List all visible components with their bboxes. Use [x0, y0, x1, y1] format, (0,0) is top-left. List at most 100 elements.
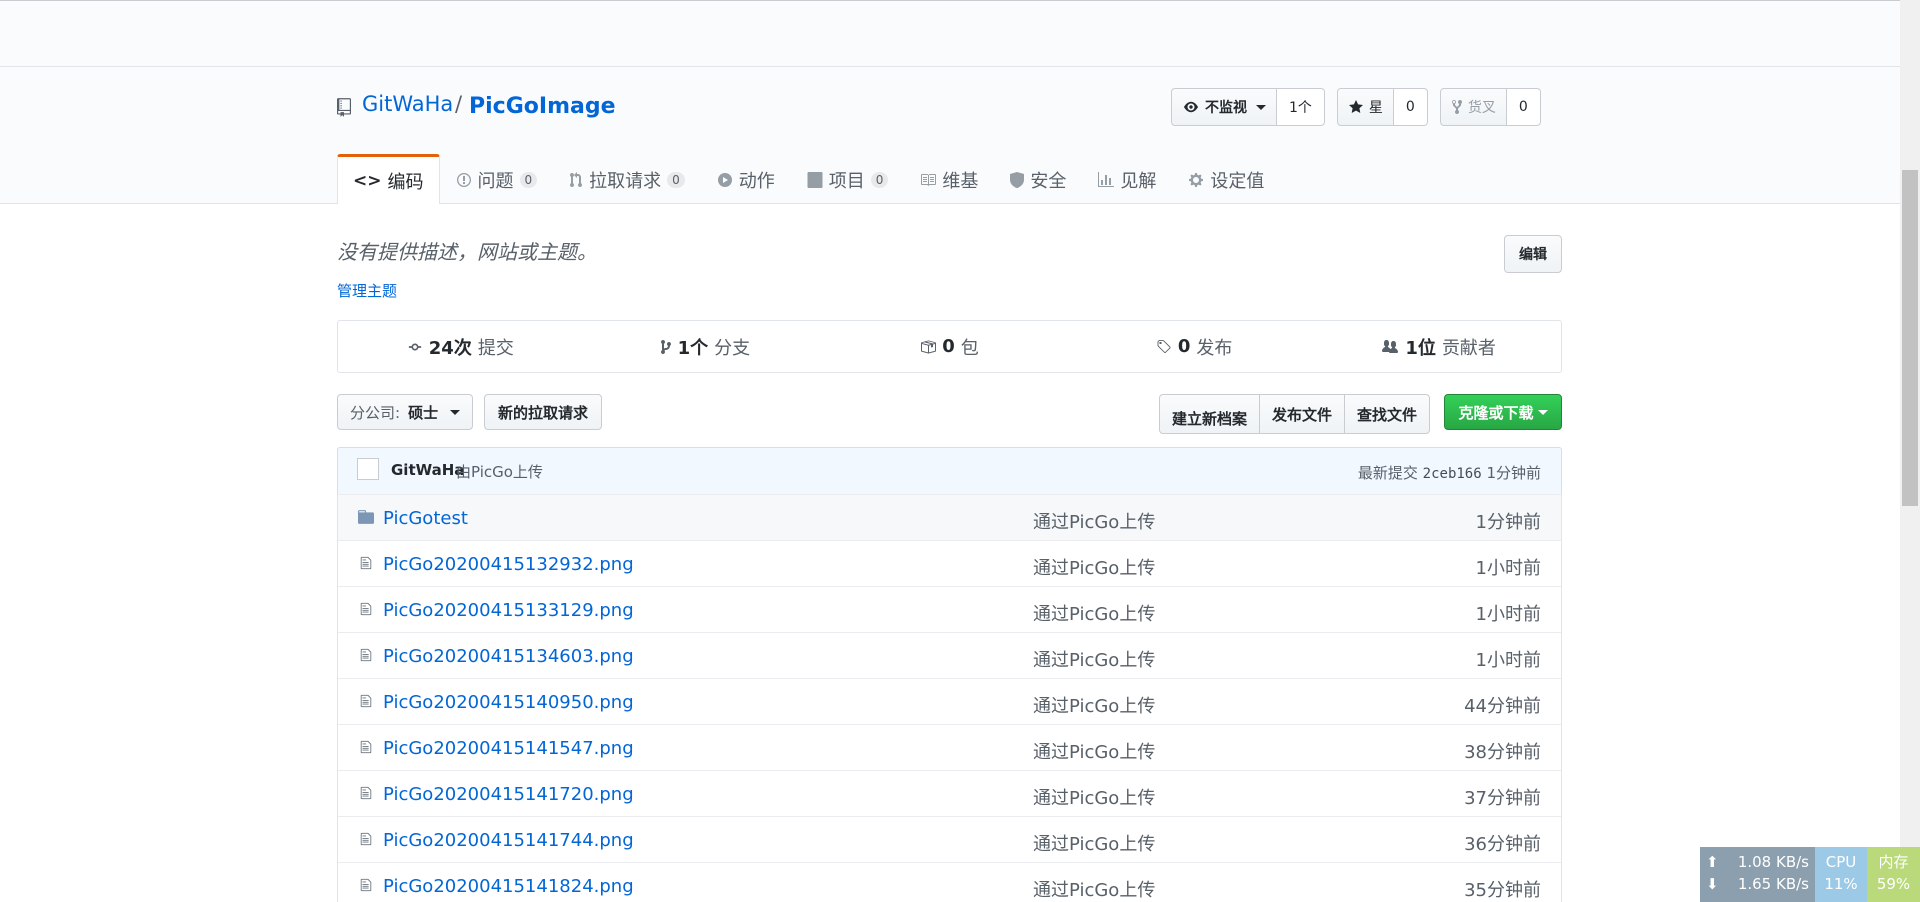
releases-label: 发布	[1196, 337, 1233, 359]
file-name-link[interactable]: PicGo20200415141824.png	[383, 876, 634, 897]
packages-summary[interactable]: 0 包	[827, 321, 1072, 372]
file-name-link[interactable]: PicGo20200415141547.png	[383, 738, 634, 759]
tab-label: 项目	[828, 170, 865, 192]
commit-message[interactable]: 由PicGo上传	[456, 461, 543, 482]
download-row: ⬇ 1.65 KB/s	[1706, 873, 1809, 895]
packages-label: 包	[960, 337, 979, 359]
star-count[interactable]: 0	[1393, 88, 1428, 126]
eye-icon	[1184, 101, 1198, 113]
cpu-value: 11%	[1824, 875, 1858, 893]
tab-label: 见解	[1120, 170, 1157, 192]
network-monitor-widget: ⬆ 1.08 KB/s ⬇ 1.65 KB/s CPU 11% 内存 59%	[1700, 847, 1920, 902]
tab-insights[interactable]: 见解	[1082, 154, 1172, 204]
tab-code[interactable]: <> 编码	[337, 154, 440, 204]
list-item[interactable]: PicGo20200415141744.png 通过PicGo上传 36分钟前	[338, 816, 1561, 862]
file-icon	[360, 786, 372, 800]
file-commit-message[interactable]: 通过PicGo上传	[1033, 554, 1155, 580]
tab-label: 问题	[477, 170, 514, 192]
mem-label: 内存	[1878, 853, 1909, 871]
file-name-link[interactable]: PicGo20200415132932.png	[383, 554, 634, 575]
watch-count[interactable]: 1个	[1277, 88, 1325, 126]
tab-pull-requests[interactable]: 拉取请求 0	[553, 154, 701, 204]
tab-issues[interactable]: 问题 0	[440, 154, 554, 204]
tab-projects[interactable]: 项目 0	[791, 154, 905, 204]
watch-label: 不监视	[1205, 100, 1247, 116]
file-name-link[interactable]: PicGo20200415133129.png	[383, 600, 634, 621]
contributors-summary[interactable]: 1位 贡献者	[1316, 321, 1561, 372]
watch-button[interactable]: 不监视	[1171, 88, 1277, 126]
file-commit-message[interactable]: 通过PicGo上传	[1033, 738, 1155, 764]
latest-commit-label: 最新提交	[1357, 464, 1418, 482]
upload-files-button[interactable]: 发布文件	[1259, 394, 1346, 434]
file-name-link[interactable]: PicGo20200415141744.png	[383, 830, 634, 851]
repo-nav: <> 编码 问题 0 拉取请求 0 动作 项目 0 维基 安全 见解 设定值	[337, 154, 1280, 204]
new-pull-request-button[interactable]: 新的拉取请求	[484, 394, 603, 430]
tab-label: 拉取请求	[589, 170, 662, 192]
edit-button[interactable]: 编辑	[1504, 235, 1562, 273]
file-age: 38分钟前	[1464, 742, 1541, 763]
file-age: 37分钟前	[1464, 788, 1541, 809]
projects-counter: 0	[870, 171, 889, 188]
file-name-link[interactable]: PicGotest	[383, 508, 468, 529]
file-commit-message[interactable]: 通过PicGo上传	[1033, 600, 1155, 626]
clone-download-button[interactable]: 克隆或下载	[1444, 394, 1562, 430]
tab-wiki[interactable]: 维基	[904, 154, 994, 204]
list-item[interactable]: PicGo20200415134603.png 通过PicGo上传 1小时前	[338, 632, 1561, 678]
file-icon	[360, 556, 372, 570]
releases-summary[interactable]: 0 发布	[1072, 321, 1317, 372]
file-commit-message[interactable]: 通过PicGo上传	[1033, 876, 1155, 902]
commit-author-link[interactable]: GitWaHa	[391, 461, 464, 479]
commit-icon	[408, 343, 421, 350]
fork-count[interactable]: 0	[1506, 88, 1541, 126]
list-item[interactable]: PicGo20200415141720.png 通过PicGo上传 37分钟前	[338, 770, 1561, 816]
tab-settings[interactable]: 设定值	[1172, 154, 1280, 204]
list-item[interactable]: PicGo20200415141547.png 通过PicGo上传 38分钟前	[338, 724, 1561, 770]
branch-label: 分公司:	[350, 403, 401, 422]
list-item[interactable]: PicGo20200415140950.png 通过PicGo上传 44分钟前	[338, 678, 1561, 724]
create-file-button[interactable]: 建立新档案	[1159, 394, 1261, 434]
chevron-down-icon	[1537, 409, 1548, 415]
star-button[interactable]: 星	[1336, 88, 1394, 126]
file-commit-message[interactable]: 通过PicGo上传	[1033, 646, 1155, 672]
chevron-down-icon	[1256, 104, 1266, 110]
file-commit-message[interactable]: 通过PicGo上传	[1033, 508, 1155, 534]
file-age: 36分钟前	[1464, 834, 1541, 855]
tag-icon	[1157, 339, 1171, 353]
arrow-up-icon: ⬆	[1706, 853, 1719, 871]
avatar[interactable]	[357, 458, 379, 480]
branch-value: 硕士	[408, 403, 439, 422]
project-icon	[807, 171, 823, 188]
repo-icon	[337, 98, 351, 117]
list-item[interactable]: PicGo20200415132932.png 通过PicGo上传 1小时前	[338, 540, 1561, 586]
repo-owner-link[interactable]: GitWaHa	[362, 92, 453, 116]
file-commit-message[interactable]: 通过PicGo上传	[1033, 830, 1155, 856]
commit-sha-link[interactable]: 2ceb166	[1423, 466, 1482, 482]
play-icon	[717, 172, 732, 187]
packages-count: 0	[942, 336, 955, 357]
path-divider: /	[455, 92, 463, 116]
mem-value: 59%	[1876, 875, 1911, 893]
find-file-button[interactable]: 查找文件	[1344, 394, 1431, 434]
file-list: PicGotest 通过PicGo上传 1分钟前 PicGo2020041513…	[337, 494, 1562, 902]
page-scrollbar-thumb[interactable]	[1902, 170, 1918, 506]
list-item[interactable]: PicGo20200415141824.png 通过PicGo上传 35分钟前	[338, 862, 1561, 902]
fork-button[interactable]: 货叉	[1439, 88, 1507, 126]
tab-actions[interactable]: 动作	[701, 154, 791, 204]
tab-security[interactable]: 安全	[994, 154, 1082, 204]
list-item[interactable]: PicGo20200415133129.png 通过PicGo上传 1小时前	[338, 586, 1561, 632]
branch-select-button[interactable]: 分公司: 硕士	[337, 394, 474, 430]
file-commit-message[interactable]: 通过PicGo上传	[1033, 784, 1155, 810]
commits-summary[interactable]: 24次 提交	[338, 321, 583, 372]
star-icon	[1348, 100, 1363, 113]
list-item[interactable]: PicGotest 通过PicGo上传 1分钟前	[338, 494, 1561, 540]
file-icon	[360, 648, 372, 662]
manage-topics-link[interactable]: 管理主题	[337, 280, 397, 301]
repo-name-link[interactable]: PicGoImage	[469, 94, 616, 119]
file-name-link[interactable]: PicGo20200415141720.png	[383, 784, 634, 805]
branches-summary[interactable]: 1个 分支	[583, 321, 828, 372]
file-commit-message[interactable]: 通过PicGo上传	[1033, 692, 1155, 718]
file-name-link[interactable]: PicGo20200415140950.png	[383, 692, 634, 713]
file-name-link[interactable]: PicGo20200415134603.png	[383, 646, 634, 667]
arrow-down-icon: ⬇	[1706, 875, 1719, 893]
repo-description: 没有提供描述，网站或主题。	[337, 240, 597, 264]
